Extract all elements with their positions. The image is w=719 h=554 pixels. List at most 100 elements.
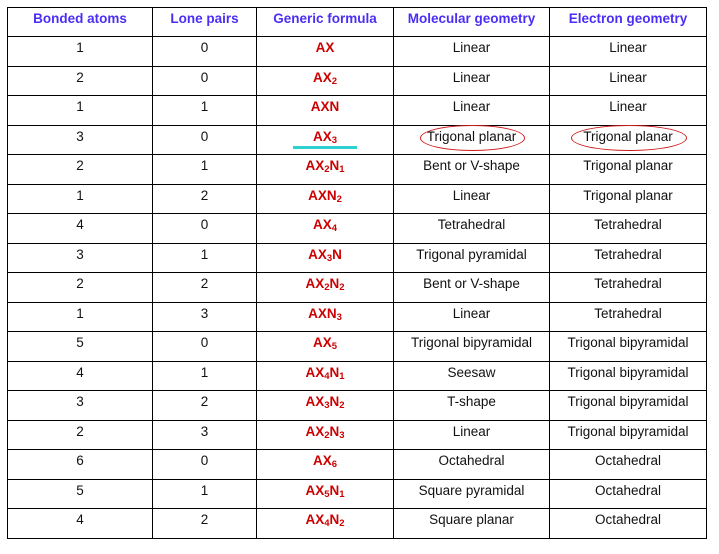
formula-subscript: 3 bbox=[331, 134, 338, 146]
vsepr-geometry-table: Bonded atoms Lone pairs Generic formula … bbox=[7, 7, 707, 539]
electron-geometry-cell: Tetrahedral bbox=[549, 242, 707, 273]
molecular-geometry-cell: Octahedral bbox=[393, 449, 550, 480]
formula-text: AX4N2 bbox=[305, 509, 344, 531]
formula-subscript: 2 bbox=[339, 518, 345, 529]
electron-geometry-cell: Trigonal planar bbox=[549, 183, 707, 214]
electron-geometry-cell: Trigonal bipyramidal bbox=[549, 331, 707, 362]
lone-pairs-cell: 1 bbox=[152, 95, 257, 126]
generic-formula-cell: AX5N1 bbox=[256, 478, 394, 509]
formula-symbol: A bbox=[308, 305, 318, 321]
bonded-atoms-cell: 5 bbox=[7, 478, 153, 509]
bonded-atoms-cell: 1 bbox=[7, 301, 153, 332]
header-row: Bonded atoms Lone pairs Generic formula … bbox=[7, 7, 707, 37]
formula-subscript: 2 bbox=[331, 75, 338, 87]
formula-symbol: A bbox=[305, 512, 316, 527]
molecular-geometry-cell: Tetrahedral bbox=[393, 213, 550, 244]
formula-subscript: 5 bbox=[331, 341, 338, 352]
table-row: 3 1 AX3N Trigonal pyramidal Tetrahedral bbox=[7, 242, 707, 273]
electron-geometry-cell: Linear bbox=[549, 36, 707, 67]
generic-formula-cell: AX2N3 bbox=[256, 419, 394, 450]
molecular-geometry-cell: Linear bbox=[393, 419, 550, 450]
formula-symbol: A bbox=[305, 364, 316, 380]
formula-symbol: N bbox=[329, 482, 340, 498]
electron-geometry-text: Trigonal planar bbox=[583, 158, 673, 173]
formula-symbol: A bbox=[305, 482, 316, 498]
electron-geometry-cell: Trigonal bipyramidal bbox=[549, 360, 707, 391]
generic-formula-cell: AXN bbox=[256, 95, 394, 126]
lone-pairs-cell: 1 bbox=[152, 478, 257, 509]
electron-geometry-cell: Linear bbox=[549, 65, 707, 96]
electron-geometry-text: Linear bbox=[609, 69, 647, 85]
bonded-atoms-cell: 3 bbox=[7, 390, 153, 421]
electron-geometry-text: Linear bbox=[609, 99, 647, 114]
formula-text: AX2N2 bbox=[305, 273, 344, 295]
generic-formula-cell: AX4 bbox=[256, 213, 394, 244]
formula-symbol: X bbox=[322, 335, 332, 350]
formula-text: AX2N1 bbox=[305, 155, 344, 177]
formula-symbol: A bbox=[315, 40, 326, 55]
formula-symbol: A bbox=[305, 423, 316, 439]
formula-symbol: N bbox=[329, 99, 340, 114]
formula-subscript: 1 bbox=[339, 164, 345, 175]
header-molecular-geometry: Molecular geometry bbox=[393, 7, 550, 37]
molecular-geometry-text: Trigonal planar bbox=[426, 128, 517, 144]
formula-symbol: X bbox=[322, 69, 332, 85]
electron-geometry-text: Octahedral bbox=[594, 453, 662, 468]
bonded-atoms-cell: 4 bbox=[7, 213, 153, 244]
formula-text: AXN bbox=[311, 96, 340, 118]
generic-formula-cell: AX4N1 bbox=[256, 360, 394, 391]
formula-subscript: 4 bbox=[331, 223, 338, 234]
lone-pairs-cell: 0 bbox=[152, 36, 257, 67]
molecular-geometry-text: Linear bbox=[452, 423, 491, 439]
generic-formula-cell: AXN3 bbox=[256, 301, 394, 332]
formula-subscript: 6 bbox=[331, 459, 338, 470]
formula-text: AX3 bbox=[313, 126, 337, 148]
formula-symbol: X bbox=[315, 364, 325, 380]
lone-pairs-cell: 0 bbox=[152, 213, 257, 244]
formula-symbol: N bbox=[329, 423, 340, 439]
electron-geometry-text: Trigonal planar bbox=[583, 128, 673, 144]
formula-text: AX3N2 bbox=[305, 391, 344, 413]
electron-geometry-text: Octahedral bbox=[594, 482, 662, 498]
molecular-geometry-text: Seesaw bbox=[447, 364, 496, 380]
formula-text: AX4N1 bbox=[305, 362, 344, 384]
molecular-geometry-cell: Linear bbox=[393, 36, 550, 67]
table-row: 2 0 AX2 Linear Linear bbox=[7, 65, 707, 96]
electron-geometry-cell: Octahedral bbox=[549, 508, 707, 539]
molecular-geometry-text: Linear bbox=[452, 40, 491, 55]
table-row: 3 2 AX3N2 T-shape Trigonal bipyramidal bbox=[7, 390, 707, 421]
electron-geometry-text: Trigonal bipyramidal bbox=[567, 335, 689, 350]
electron-geometry-cell: Tetrahedral bbox=[549, 272, 707, 303]
formula-subscript: 3 bbox=[339, 429, 345, 441]
formula-symbol: X bbox=[315, 512, 325, 527]
molecular-geometry-text: Square planar bbox=[429, 512, 514, 527]
generic-formula-cell: AX3N2 bbox=[256, 390, 394, 421]
table-row: 1 2 AXN2 Linear Trigonal planar bbox=[7, 183, 707, 214]
formula-text: AX2 bbox=[313, 67, 337, 89]
formula-symbol: A bbox=[305, 276, 316, 291]
formula-symbol: A bbox=[308, 246, 318, 262]
formula-symbol: X bbox=[317, 305, 327, 321]
molecular-geometry-cell: Trigonal bipyramidal bbox=[393, 331, 550, 362]
bonded-atoms-cell: 2 bbox=[7, 154, 153, 185]
generic-formula-cell: AXN2 bbox=[256, 183, 394, 214]
molecular-geometry-text: Linear bbox=[452, 187, 491, 203]
formula-symbol: X bbox=[320, 99, 330, 114]
formula-symbol: A bbox=[312, 335, 323, 350]
molecular-geometry-text: Tetrahedral bbox=[437, 217, 506, 232]
electron-geometry-text: Trigonal bipyramidal bbox=[567, 364, 689, 380]
electron-geometry-text: Tetrahedral bbox=[594, 276, 662, 291]
lone-pairs-cell: 0 bbox=[152, 449, 257, 480]
molecular-geometry-text: Bent or V-shape bbox=[423, 158, 520, 173]
formula-symbol: X bbox=[322, 128, 332, 144]
electron-geometry-cell: Octahedral bbox=[549, 478, 707, 509]
formula-symbol: A bbox=[305, 158, 316, 173]
bonded-atoms-cell: 2 bbox=[7, 272, 153, 303]
molecular-geometry-cell: Trigonal pyramidal bbox=[393, 242, 550, 273]
table-row: 2 2 AX2N2 Bent or V-shape Tetrahedral bbox=[7, 272, 707, 303]
molecular-geometry-text: T-shape bbox=[447, 394, 496, 409]
formula-symbol: X bbox=[322, 453, 332, 468]
generic-formula-cell: AX4N2 bbox=[256, 508, 394, 539]
generic-formula-cell: AX5 bbox=[256, 331, 394, 362]
formula-symbol: A bbox=[312, 69, 323, 85]
